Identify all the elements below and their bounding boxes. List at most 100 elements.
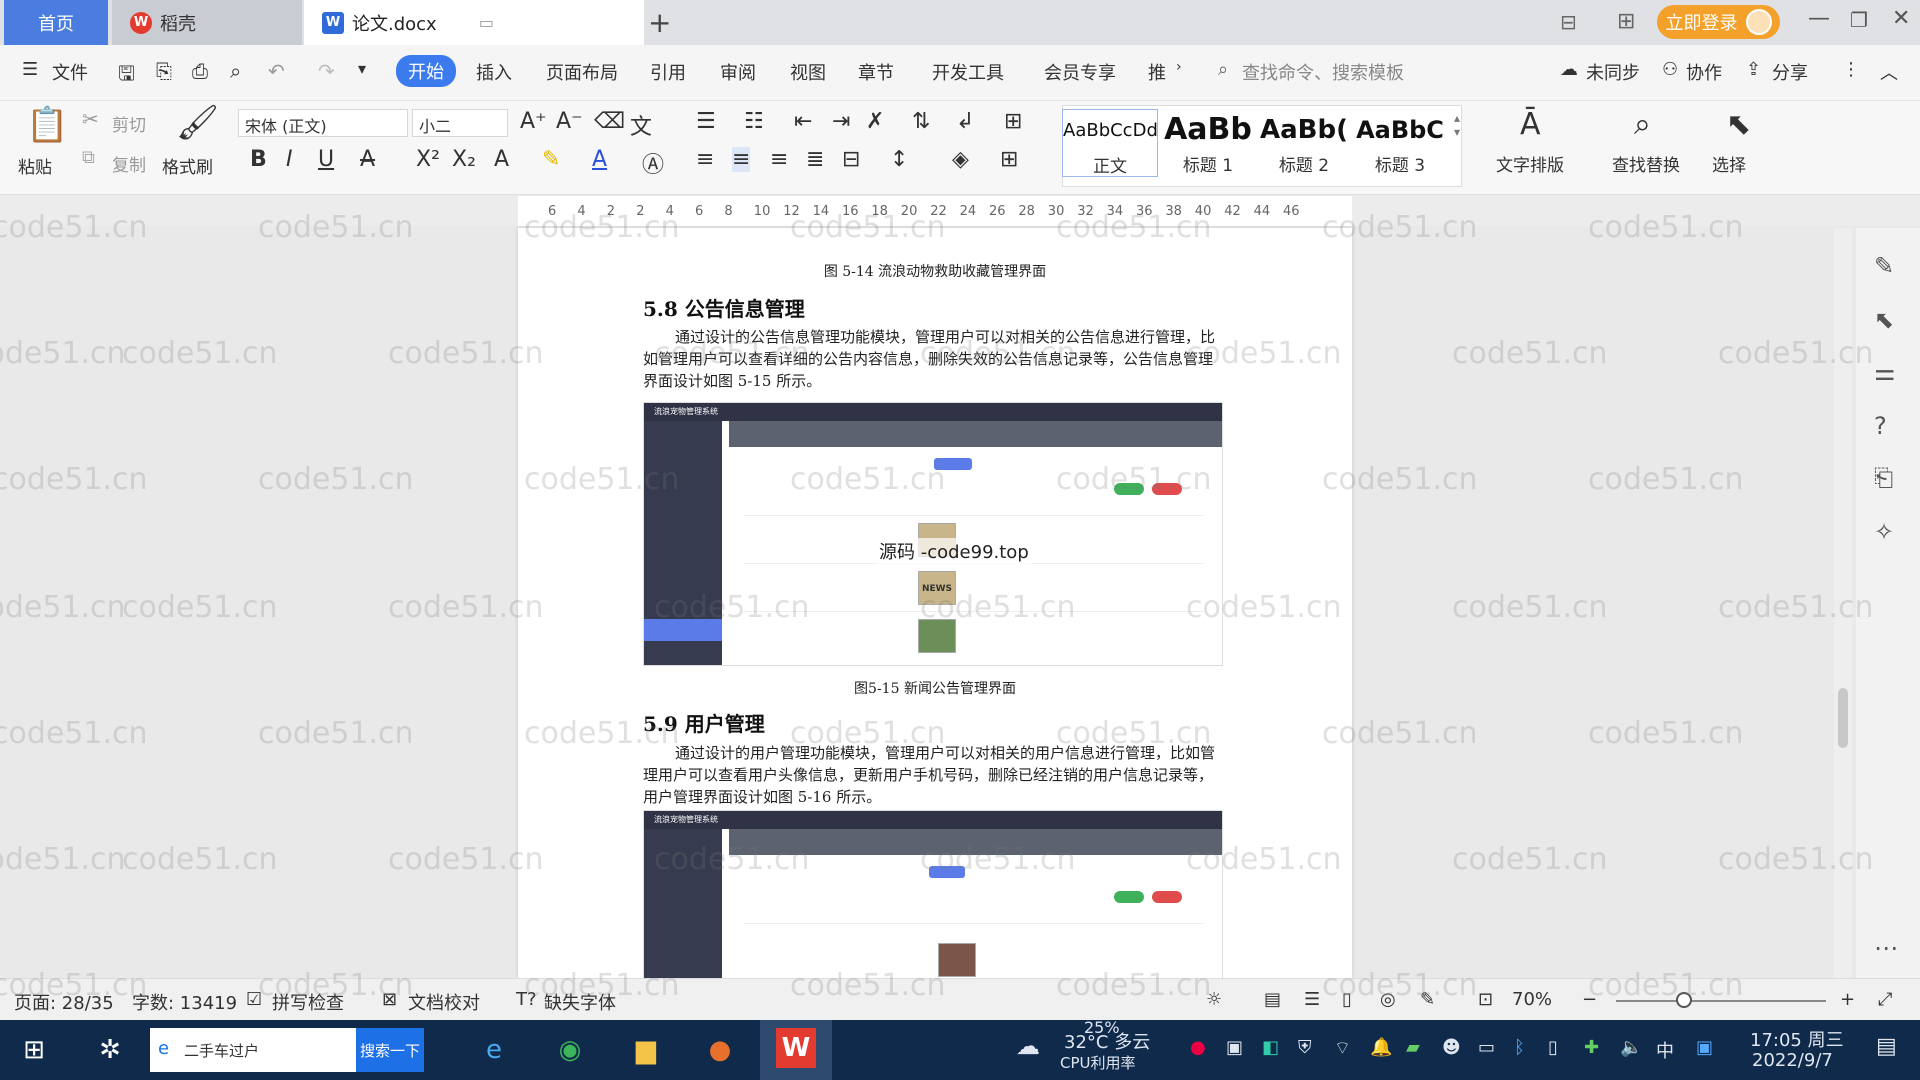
word-count[interactable]: 字数: 13419 [132, 989, 237, 1015]
zoom-slider-handle[interactable] [1676, 992, 1692, 1008]
backup-icon[interactable]: ⎗ [1874, 464, 1893, 492]
underline-icon[interactable]: U [318, 147, 334, 172]
distributed-align-icon[interactable]: ⊟ [842, 147, 860, 172]
text-layout-button[interactable]: 文字排版 [1496, 151, 1564, 176]
sort-icon[interactable]: ⇅ [912, 109, 930, 134]
shrink-font-icon[interactable]: A⁻ [556, 109, 583, 134]
menu-insert[interactable]: 插入 [476, 59, 512, 85]
sync-button[interactable]: 未同步 [1586, 59, 1640, 85]
weather-cloud-icon[interactable]: ☁ [1016, 1032, 1040, 1060]
game-app-icon[interactable]: ● [696, 1028, 744, 1072]
grow-font-icon[interactable]: A⁺ [520, 109, 547, 134]
proofread-button[interactable]: 文档校对 [408, 989, 480, 1015]
tray-green-icon[interactable]: ✚ [1584, 1037, 1599, 1058]
new-tab-button[interactable]: + [648, 6, 671, 39]
desktop-icon[interactable]: ▭ [479, 13, 494, 32]
export-icon[interactable]: ⎘ [156, 59, 172, 83]
menu-page-layout[interactable]: 页面布局 [546, 59, 618, 85]
table-convert-icon[interactable]: ⊞ [1004, 109, 1022, 134]
align-left-icon[interactable]: ≡ [696, 147, 714, 172]
missing-font-button[interactable]: 缺失字体 [544, 989, 616, 1015]
paste-button[interactable]: 粘贴 [18, 153, 52, 178]
tab-daoke[interactable]: W 稻壳 [112, 0, 302, 45]
tray-bag-icon[interactable]: ▣ [1226, 1037, 1243, 1058]
format-painter-button[interactable]: 格式刷 [162, 153, 213, 178]
windows-start-icon[interactable]: ⊞ [10, 1028, 58, 1072]
select-button[interactable]: 选择 [1712, 151, 1746, 176]
copy-button[interactable]: 复制 [112, 151, 146, 176]
restore-icon[interactable]: ❐ [1850, 8, 1868, 32]
paste-icon[interactable]: 📋 [26, 105, 68, 145]
numbered-list-icon[interactable]: ☷ [744, 109, 764, 134]
clear-format-icon[interactable]: ⌫ [594, 109, 625, 134]
ie-browser-icon[interactable]: e [470, 1028, 518, 1072]
horizontal-ruler[interactable]: 6 4 2 2 4 6 8 10 12 14 16 18 20 22 24 26 28 30 32 34 36 38 40 4… [0, 196, 1920, 226]
font-name-select[interactable]: 宋体 (正文) [238, 109, 408, 137]
apps-grid-icon[interactable]: ⊞ [1617, 9, 1635, 34]
align-right-icon[interactable]: ≡ [770, 147, 788, 172]
subscript-icon[interactable]: X₂ [452, 147, 476, 172]
menu-home[interactable]: 开始 [396, 55, 456, 87]
collapse-ribbon-icon[interactable]: ︿ [1880, 59, 1898, 85]
notification-bell-icon[interactable]: 🔔 [1370, 1037, 1392, 1058]
clock-date[interactable]: 2022/9/7 [1752, 1050, 1833, 1071]
redo-icon[interactable]: ↷ [318, 59, 335, 83]
file-explorer-icon[interactable]: ▆ [622, 1028, 670, 1072]
menu-references[interactable]: 引用 [650, 59, 686, 85]
borders-icon[interactable]: ⊞ [1000, 147, 1018, 172]
wps-active-app[interactable]: W [760, 1020, 832, 1080]
document-page[interactable]: 图 5-14 流浪动物救助收藏管理界面 5.8 公告信息管理 通过设计的公告信息… [518, 228, 1352, 978]
tab-home[interactable]: 首页 [4, 0, 108, 45]
tray-shield-icon[interactable]: ⛨ [1298, 1037, 1312, 1058]
action-center-icon[interactable]: ▤ [1876, 1034, 1897, 1059]
taskbar-search-button[interactable]: 搜索一下 [356, 1028, 424, 1072]
menu-chapter[interactable]: 章节 [858, 59, 894, 85]
pinwheel-app-icon[interactable]: ✲ [86, 1028, 134, 1072]
eye-protect-icon[interactable]: ☼ [1206, 989, 1222, 1010]
bullet-list-icon[interactable]: ☰ [696, 109, 716, 134]
highlight-icon[interactable]: ✎ [542, 147, 560, 172]
text-layout-icon[interactable]: Ā [1520, 107, 1541, 142]
style-heading-3[interactable]: AaBbC 标题 3 [1352, 109, 1448, 177]
bluetooth-icon[interactable]: ᛒ [1514, 1037, 1525, 1058]
find-icon[interactable]: ⌕ [1634, 107, 1651, 142]
superscript-icon[interactable]: X² [416, 147, 440, 172]
outline-view-icon[interactable]: ☰ [1304, 989, 1320, 1010]
tray-app-icon[interactable]: ● [1190, 1037, 1206, 1058]
italic-icon[interactable]: I [286, 147, 293, 172]
decrease-indent-icon[interactable]: ⇤ [794, 109, 812, 134]
layout-toggle-icon[interactable]: ⊟ [1560, 10, 1577, 34]
shading-icon[interactable]: ◈ [952, 147, 969, 172]
menu-review[interactable]: 审阅 [720, 59, 756, 85]
save-icon[interactable]: 🖫 [118, 59, 135, 93]
quick-access-dropdown-icon[interactable]: ▾ [358, 59, 366, 78]
menu-more[interactable]: 推 [1148, 59, 1166, 85]
usb-icon[interactable]: ▯ [1548, 1037, 1558, 1058]
fit-page-icon[interactable]: ⊡ [1478, 989, 1493, 1010]
align-center-icon[interactable]: ≡ [732, 147, 751, 172]
ime-indicator[interactable]: 中 [1656, 1037, 1674, 1063]
nvidia-icon[interactable]: ▰ [1406, 1037, 1420, 1058]
clock-time[interactable]: 17:05 周三 [1750, 1026, 1844, 1052]
style-heading-2[interactable]: AaBb( 标题 2 [1256, 109, 1352, 177]
scroll-thumb[interactable] [1838, 688, 1848, 748]
volume-icon[interactable]: 🔈 [1620, 1037, 1642, 1058]
tray-q-icon[interactable]: ▣ [1696, 1037, 1713, 1058]
zoom-in-icon[interactable]: + [1840, 989, 1855, 1010]
cursor-select-icon[interactable]: ⬉ [1726, 107, 1751, 142]
preview-icon[interactable]: ⌕ [230, 59, 241, 83]
page-indicator[interactable]: 页面: 28/35 [14, 989, 114, 1015]
print-icon[interactable]: ⎙ [192, 59, 208, 83]
compass-icon[interactable]: ✧ [1874, 518, 1894, 546]
line-spacing-icon[interactable]: ↕ [890, 147, 908, 172]
taskbar-search-box[interactable]: e 二手车过户 [150, 1028, 356, 1072]
menu-scroll-right-icon[interactable]: › [1176, 59, 1182, 75]
taskbar-search-input[interactable]: 二手车过户 [184, 1040, 259, 1061]
pen-icon[interactable]: ✎ [1874, 252, 1894, 280]
pointer-icon[interactable]: ⬉ [1874, 306, 1894, 334]
hamburger-icon[interactable]: ☰ [22, 59, 38, 80]
page-view-icon[interactable]: ▤ [1264, 989, 1281, 1010]
font-color-icon[interactable]: A [592, 147, 607, 172]
find-replace-button[interactable]: 查找替换 [1612, 151, 1680, 176]
menu-view[interactable]: 视图 [790, 59, 826, 85]
